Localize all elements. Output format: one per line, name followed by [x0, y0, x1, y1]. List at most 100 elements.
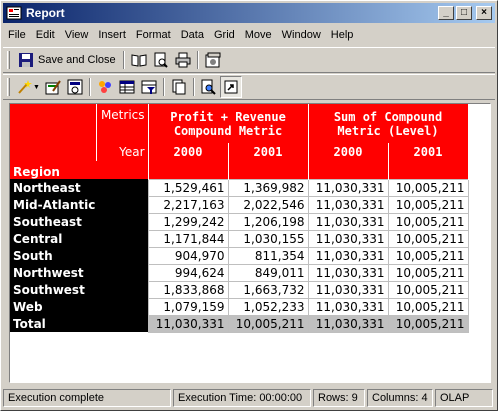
value-cell[interactable]: 1,079,159: [147, 297, 229, 316]
print-preview-icon: [154, 52, 168, 68]
print-button[interactable]: [172, 49, 194, 71]
report-window: Report _ □ × File Edit View Insert Forma…: [0, 0, 498, 411]
value-cell[interactable]: 1,206,198: [227, 212, 309, 231]
close-button[interactable]: ×: [476, 6, 492, 20]
value-cell[interactable]: 2,217,163: [147, 195, 229, 214]
value-cell[interactable]: 10,005,211: [387, 246, 469, 265]
menu-data[interactable]: Data: [176, 29, 209, 41]
menu-file[interactable]: File: [3, 29, 31, 41]
metric-header-profit-revenue[interactable]: Profit + Revenue Compound Metric: [148, 104, 309, 143]
value-cell[interactable]: 811,354: [227, 246, 309, 265]
title-bar[interactable]: Report _ □ ×: [3, 3, 495, 23]
report-options-button[interactable]: [202, 49, 224, 71]
year-header[interactable]: 2001: [228, 143, 309, 161]
region-cell[interactable]: South: [10, 247, 148, 264]
value-cell[interactable]: 10,005,211: [227, 314, 309, 333]
edit-report-button[interactable]: [42, 76, 64, 98]
drill-button[interactable]: [220, 76, 242, 98]
value-cell[interactable]: 904,970: [147, 246, 229, 265]
grid-view-button[interactable]: [116, 76, 138, 98]
menu-grid[interactable]: Grid: [209, 29, 240, 41]
region-cell[interactable]: Total: [10, 315, 148, 332]
value-cell[interactable]: 1,663,732: [227, 280, 309, 299]
value-cell[interactable]: 10,005,211: [387, 263, 469, 282]
menu-format[interactable]: Format: [131, 29, 176, 41]
table-row[interactable]: Mid-Atlantic 2,217,163 2,022,546 11,030,331…: [10, 195, 469, 214]
value-cell[interactable]: 11,030,331: [307, 314, 389, 333]
region-cell[interactable]: Web: [10, 298, 148, 315]
menu-move[interactable]: Move: [240, 29, 277, 41]
region-label[interactable]: Region: [10, 161, 149, 179]
value-cell[interactable]: 849,011: [227, 263, 309, 282]
year-header[interactable]: 2000: [308, 143, 389, 161]
total-row[interactable]: Total 11,030,331 10,005,211 11,030,331 10,00…: [10, 314, 469, 333]
region-cell[interactable]: Mid-Atlantic: [10, 196, 148, 213]
value-cell[interactable]: 11,030,331: [307, 178, 389, 197]
value-cell[interactable]: 11,030,331: [147, 314, 229, 333]
minimize-button[interactable]: _: [438, 6, 454, 20]
value-cell[interactable]: 1,030,155: [227, 229, 309, 248]
value-cell[interactable]: 11,030,331: [307, 263, 389, 282]
find-button[interactable]: [198, 76, 220, 98]
table-row[interactable]: Northwest 994,624 849,011 11,030,331 10,005,…: [10, 263, 469, 282]
value-cell[interactable]: 10,005,211: [387, 195, 469, 214]
menu-edit[interactable]: Edit: [31, 29, 60, 41]
value-cell[interactable]: 11,030,331: [307, 280, 389, 299]
value-cell[interactable]: 10,005,211: [387, 314, 469, 333]
value-cell[interactable]: 1,052,233: [227, 297, 309, 316]
value-cell[interactable]: 11,030,331: [307, 212, 389, 231]
table-row[interactable]: Southeast 1,299,242 1,206,198 11,030,331 10,…: [10, 212, 469, 231]
menu-insert[interactable]: Insert: [93, 29, 131, 41]
page-by-button[interactable]: [168, 76, 190, 98]
table-row[interactable]: South 904,970 811,354 11,030,331 10,005,211: [10, 246, 469, 265]
table-row[interactable]: Web 1,079,159 1,052,233 11,030,331 10,005,21…: [10, 297, 469, 316]
toolbar-grip[interactable]: [7, 51, 10, 69]
year-header[interactable]: 2000: [148, 143, 229, 161]
value-cell[interactable]: 1,299,242: [147, 212, 229, 231]
filter-button[interactable]: [138, 76, 160, 98]
region-cell[interactable]: Northeast: [10, 179, 148, 196]
value-cell[interactable]: 1,369,982: [227, 178, 309, 197]
region-cell[interactable]: Southeast: [10, 213, 148, 230]
report-grid[interactable]: Metrics Profit + Revenue Compound Metric…: [9, 103, 491, 383]
chevron-down-icon: ▼: [33, 83, 40, 91]
object-browser-button[interactable]: [94, 76, 116, 98]
value-cell[interactable]: 1,833,868: [147, 280, 229, 299]
value-cell[interactable]: 1,529,461: [147, 178, 229, 197]
menu-view[interactable]: View: [60, 29, 94, 41]
region-cell[interactable]: Northwest: [10, 264, 148, 281]
status-mode: OLAP: [435, 389, 493, 407]
menu-help[interactable]: Help: [326, 29, 359, 41]
value-cell[interactable]: 10,005,211: [387, 229, 469, 248]
table-row[interactable]: Northeast 1,529,461 1,369,982 11,030,331 10,…: [10, 178, 469, 197]
value-cell[interactable]: 10,005,211: [387, 212, 469, 231]
header-spacer-cell: [228, 161, 309, 179]
save-and-close-button[interactable]: Save and Close: [14, 49, 120, 71]
value-cell[interactable]: 11,030,331: [307, 229, 389, 248]
region-cell[interactable]: Southwest: [10, 281, 148, 298]
formatting-dropdown-button[interactable]: ▼: [14, 76, 42, 98]
value-cell[interactable]: 10,005,211: [387, 280, 469, 299]
value-cell[interactable]: 11,030,331: [307, 195, 389, 214]
table-row[interactable]: Central 1,171,844 1,030,155 11,030,331 10,00…: [10, 229, 469, 248]
region-cell[interactable]: Central: [10, 230, 148, 247]
value-cell[interactable]: 1,171,844: [147, 229, 229, 248]
print-preview-button[interactable]: [150, 49, 172, 71]
header-row-metrics: Metrics Profit + Revenue Compound Metric…: [10, 104, 469, 143]
menu-window[interactable]: Window: [277, 29, 326, 41]
header-row-year: Year 2000 2001 2000 2001: [10, 143, 469, 161]
value-cell[interactable]: 2,022,546: [227, 195, 309, 214]
table-row[interactable]: Southwest 1,833,868 1,663,732 11,030,331 10,…: [10, 280, 469, 299]
value-cell[interactable]: 11,030,331: [307, 246, 389, 265]
value-cell[interactable]: 10,005,211: [387, 178, 469, 197]
open-book-button[interactable]: [128, 49, 150, 71]
header-spacer-cell: [148, 161, 229, 179]
report-properties-button[interactable]: [64, 76, 86, 98]
maximize-button[interactable]: □: [456, 6, 472, 20]
toolbar-grip[interactable]: [7, 78, 10, 96]
value-cell[interactable]: 10,005,211: [387, 297, 469, 316]
value-cell[interactable]: 11,030,331: [307, 297, 389, 316]
value-cell[interactable]: 994,624: [147, 263, 229, 282]
metric-header-sum-compound[interactable]: Sum of Compound Metric (Level): [308, 104, 469, 143]
year-header[interactable]: 2001: [388, 143, 469, 161]
